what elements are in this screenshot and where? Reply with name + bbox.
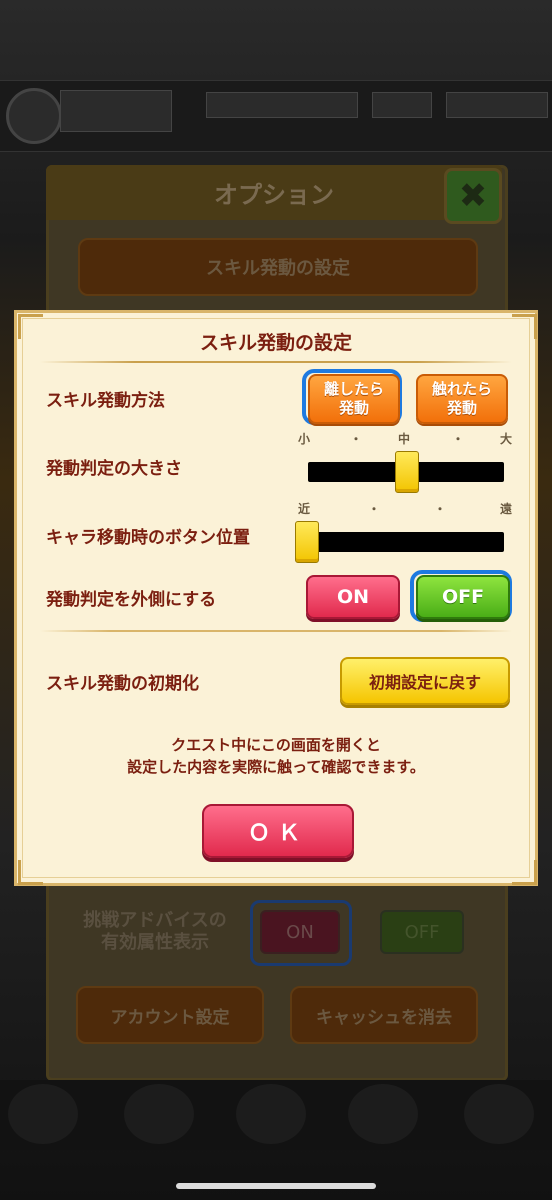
button-position-slider[interactable]	[296, 532, 504, 552]
section-divider	[40, 630, 512, 632]
touch-button-line1: 触れたら	[431, 380, 492, 398]
close-icon[interactable]: ✖	[444, 168, 502, 224]
nav-item-monster[interactable]	[236, 1084, 306, 1144]
button-position-label: キャラ移動時のボタン位置	[46, 528, 250, 548]
modal-title: スキル発動の設定	[199, 332, 352, 354]
player-avatar	[6, 88, 62, 144]
clear-cache-button[interactable]: キャッシュを消去	[290, 986, 478, 1044]
advice-label-line2: 有効属性表示	[101, 932, 209, 953]
bottom-navigation	[0, 1080, 552, 1150]
home-indicator	[176, 1183, 376, 1189]
hud-info-box	[206, 92, 358, 118]
position-tick-dot: ・	[368, 502, 381, 516]
ok-button[interactable]: ＯＫ	[202, 804, 354, 858]
option-dialog-title: オプション	[214, 181, 334, 209]
advice-label-line1: 挑戦アドバイスの	[83, 910, 227, 931]
hud-timer-box	[446, 92, 548, 118]
release-button-line2: 発動	[338, 399, 369, 417]
size-tick-medium: 中	[398, 432, 411, 446]
option-skill-settings-button[interactable]: スキル発動の設定	[78, 238, 478, 296]
skill-reset-label: スキル発動の初期化	[46, 674, 199, 694]
nav-item-party[interactable]	[348, 1084, 418, 1144]
size-tick-dot: ・	[350, 432, 363, 446]
corner-ornament	[18, 860, 43, 885]
activation-size-slider-thumb[interactable]	[395, 451, 419, 493]
release-button-line1: 離したら	[323, 380, 384, 398]
corner-ornament	[512, 860, 537, 885]
activation-size-label: 発動判定の大きさ	[46, 459, 182, 479]
advice-off-button[interactable]: OFF	[380, 910, 464, 954]
nav-item-quest[interactable]	[124, 1084, 194, 1144]
touch-to-activate-button[interactable]: 触れたら 発動	[416, 374, 508, 424]
nav-item-play[interactable]	[8, 1084, 78, 1144]
help-note-line1: クエスト中にこの画面を開くと	[171, 736, 381, 754]
button-position-slider-thumb[interactable]	[295, 521, 319, 563]
position-tick-far: 遠	[500, 502, 513, 516]
help-note-line2: 設定した内容を実際に触って確認できます。	[127, 758, 425, 776]
size-tick-small: 小	[298, 432, 311, 446]
touch-button-line2: 発動	[446, 399, 477, 417]
release-to-activate-button[interactable]: 離したら 発動	[308, 374, 400, 424]
nav-item-gacha[interactable]	[464, 1084, 534, 1144]
reset-defaults-button[interactable]: 初期設定に戻す	[340, 657, 510, 705]
title-divider	[40, 361, 512, 363]
advice-on-button[interactable]: ON	[260, 910, 340, 954]
advice-attribute-label: 挑戦アドバイスの 有効属性表示	[70, 910, 240, 954]
position-tick-near: 近	[298, 502, 311, 516]
outer-on-button[interactable]: ON	[306, 575, 400, 619]
position-tick-dot: ・	[434, 502, 447, 516]
outer-activation-label: 発動判定を外側にする	[46, 590, 217, 610]
size-tick-dot: ・	[452, 432, 465, 446]
hud-stamina-box	[372, 92, 432, 118]
player-name-box	[60, 90, 172, 132]
size-tick-large: 大	[500, 432, 513, 446]
outer-off-button[interactable]: OFF	[416, 575, 510, 619]
skill-method-label: スキル発動方法	[46, 391, 165, 411]
account-settings-button[interactable]: アカウント設定	[76, 986, 264, 1044]
help-note: クエスト中にこの画面を開くと 設定した内容を実際に触って確認できます。	[14, 734, 538, 778]
